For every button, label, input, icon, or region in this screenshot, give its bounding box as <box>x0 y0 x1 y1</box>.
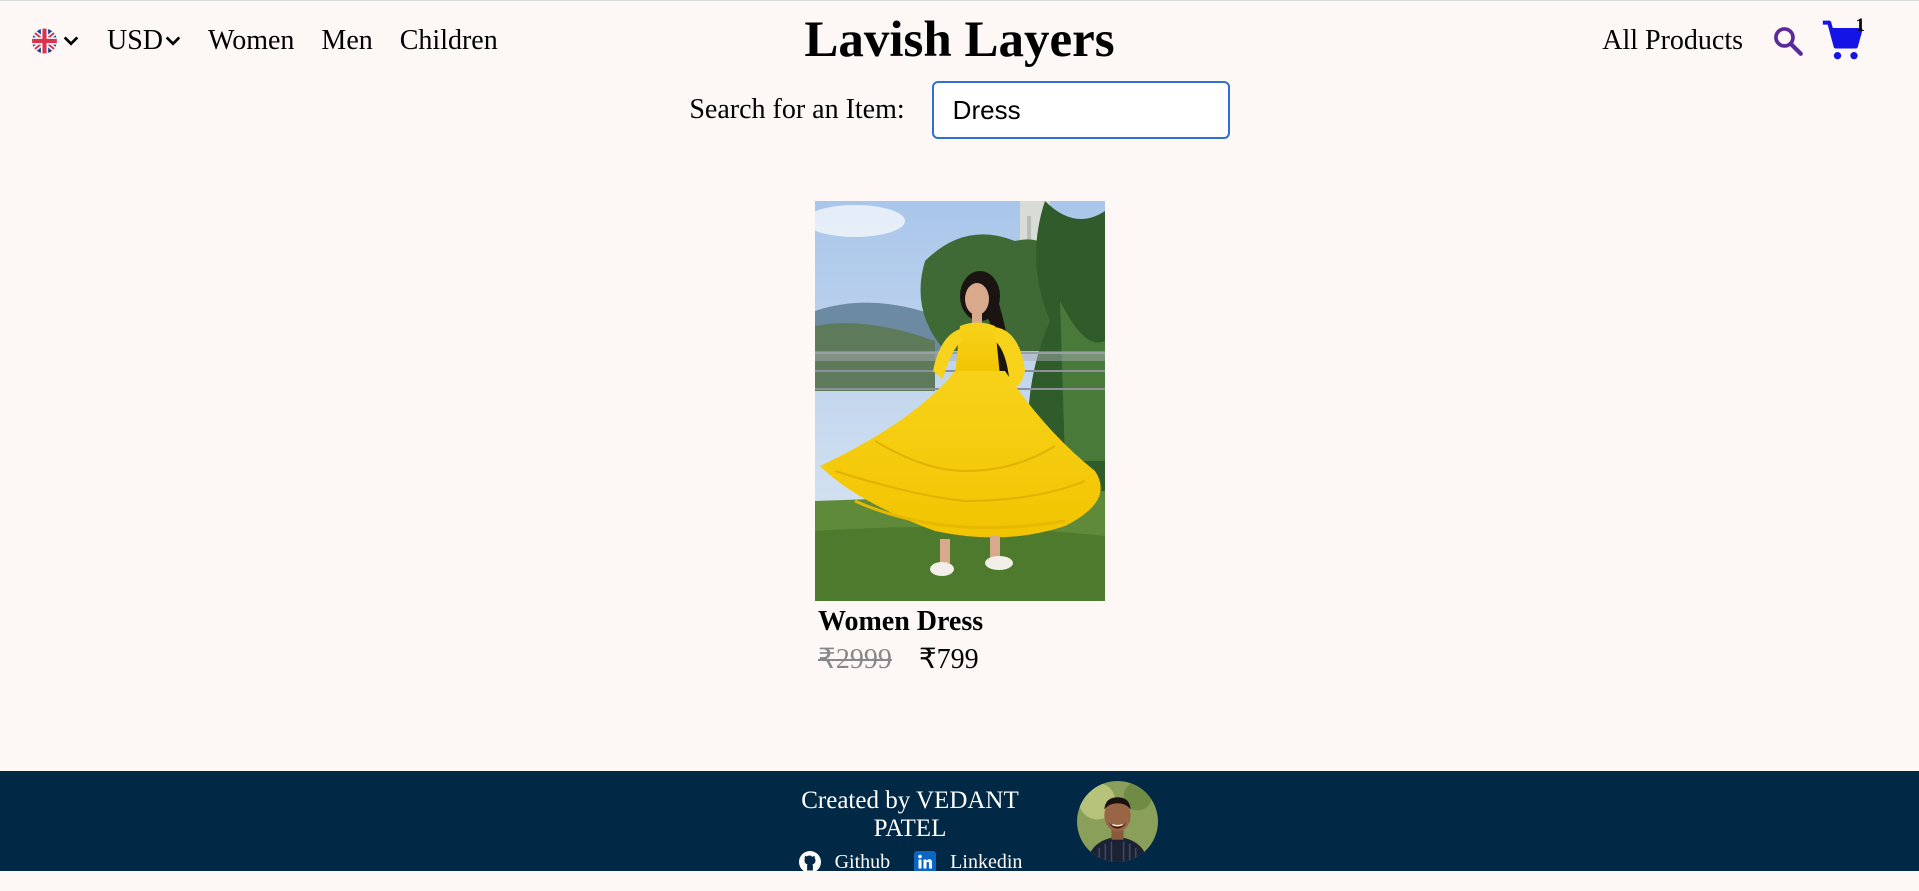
product-card[interactable]: Women Dress ₹2999 ₹799 <box>815 201 1105 676</box>
site-footer: Created by VEDANT PATEL Github Linkedin <box>0 771 1919 874</box>
chevron-down-icon <box>63 36 79 46</box>
search-input[interactable] <box>931 81 1230 139</box>
footer-text: Created by VEDANT PATEL Github Linkedin <box>762 787 1058 874</box>
author-avatar <box>1077 781 1158 862</box>
nav-link-children[interactable]: Children <box>400 25 498 57</box>
product-name: Women Dress <box>818 606 984 637</box>
cart-count-badge: 1 <box>1855 15 1866 36</box>
footer-credit: Created by VEDANT PATEL <box>801 787 1019 842</box>
currency-label: USD <box>107 25 164 56</box>
site-header: USD Women Men Children Lavish Layers All… <box>0 1 1919 79</box>
page-bottom-strip <box>0 871 1919 891</box>
product-prices: ₹2999 ₹799 <box>818 642 1105 676</box>
search-bar: Search for an Item: <box>0 81 1919 139</box>
brand-logo-text[interactable]: Lavish Layers <box>804 12 1114 68</box>
original-price: ₹2999 <box>818 644 892 675</box>
sale-price: ₹799 <box>918 644 979 675</box>
right-nav: All Products 1 <box>1602 15 1867 63</box>
currency-selector[interactable]: USD <box>107 25 182 57</box>
uk-flag-icon <box>32 28 57 54</box>
search-icon[interactable] <box>1771 24 1805 58</box>
all-products-link[interactable]: All Products <box>1602 25 1743 57</box>
product-image[interactable] <box>815 201 1105 601</box>
nav-link-women[interactable]: Women <box>208 25 294 57</box>
chevron-down-icon <box>165 36 181 46</box>
search-label: Search for an Item: <box>689 94 905 125</box>
cart-button[interactable]: 1 <box>1821 15 1867 63</box>
language-selector[interactable] <box>29 28 80 54</box>
nav-link-men[interactable]: Men <box>321 25 372 57</box>
left-nav: USD Women Men Children <box>29 21 498 61</box>
